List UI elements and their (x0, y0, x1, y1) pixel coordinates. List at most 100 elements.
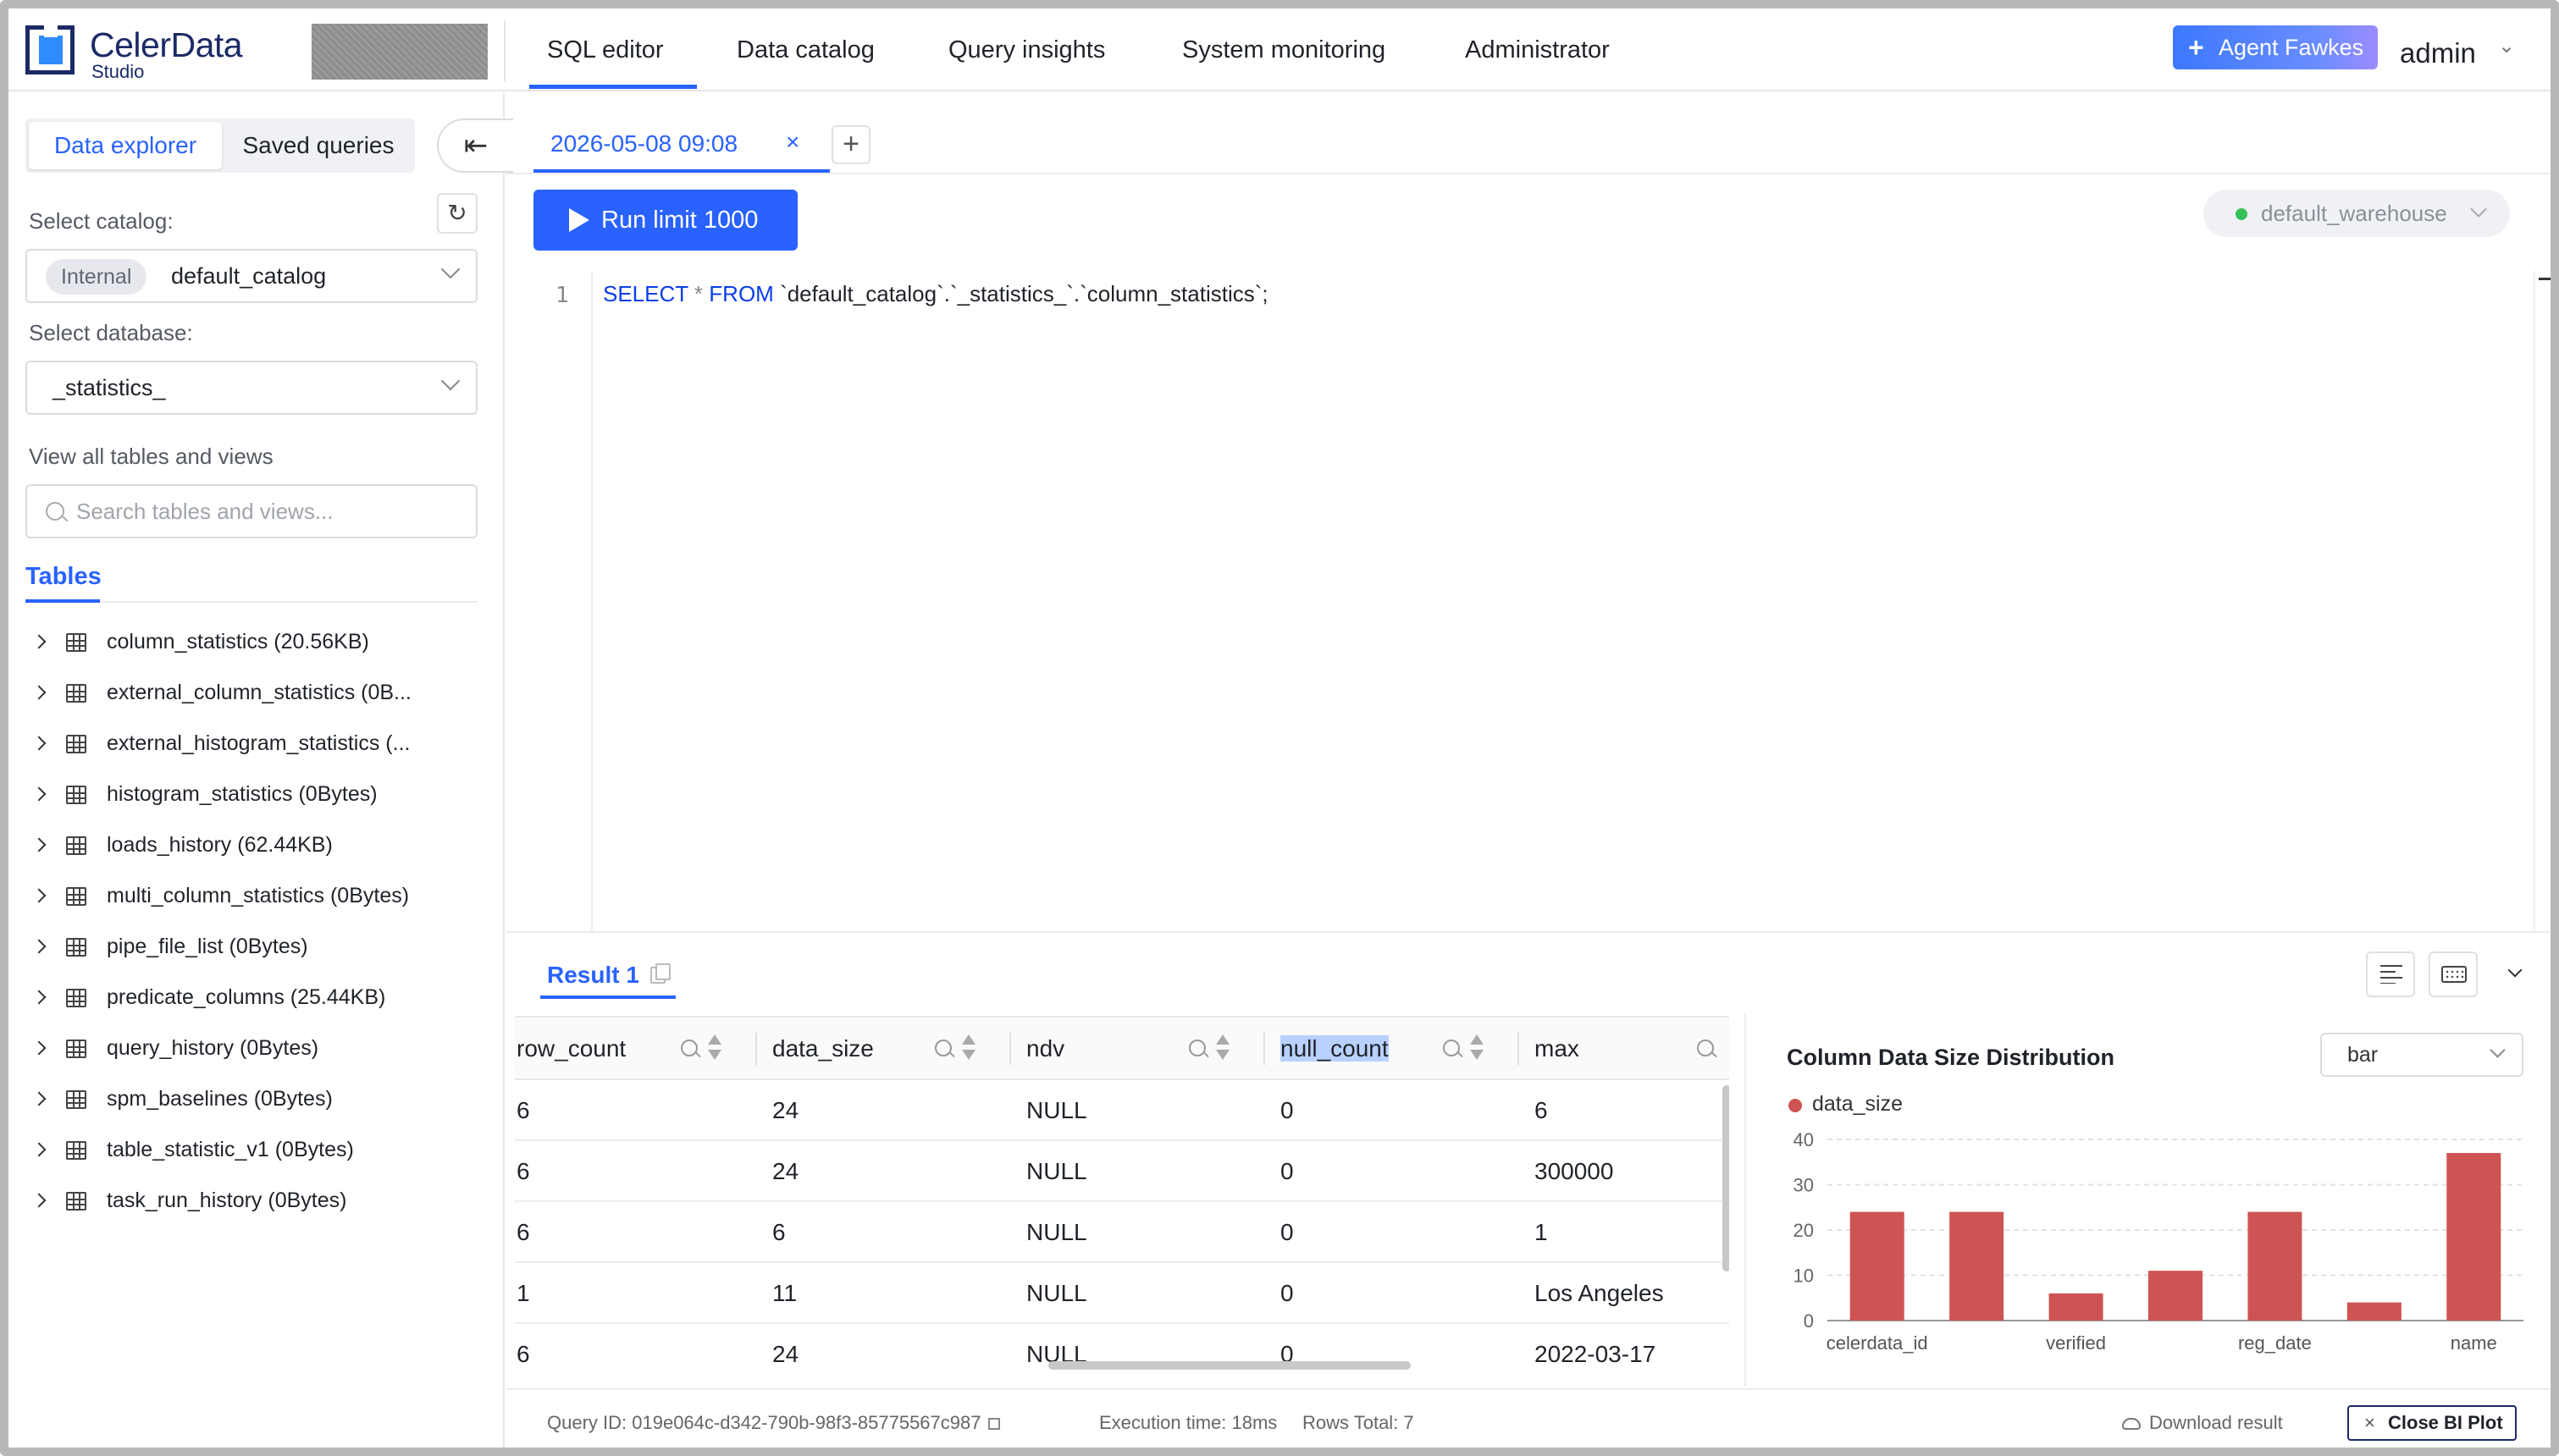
close-icon[interactable]: × (786, 129, 799, 156)
chevron-right-icon[interactable] (31, 888, 47, 903)
format-button[interactable] (2366, 951, 2415, 997)
column-header[interactable]: max (1534, 1018, 1579, 1080)
column-header[interactable]: null_count (1280, 1018, 1389, 1080)
panel-divider[interactable] (1744, 1014, 1746, 1387)
warehouse-select[interactable]: default_warehouse (2203, 190, 2510, 237)
table-tree-item[interactable]: pipe_file_list (0Bytes) (25, 923, 483, 973)
external-link-icon[interactable] (987, 1418, 1000, 1430)
table-cell: 6 (517, 1219, 530, 1245)
user-menu[interactable]: admin (2400, 37, 2476, 69)
database-select[interactable]: _statistics_ (25, 361, 478, 415)
celerdata-logo[interactable]: CelerData Studio (25, 20, 279, 82)
nav-tab-sql-editor[interactable]: SQL editor (547, 8, 664, 91)
sort-icon[interactable] (962, 1034, 976, 1063)
table-tree-item[interactable]: multi_column_statistics (0Bytes) (25, 872, 483, 923)
collapse-sidebar-button[interactable]: ⇤ (437, 119, 513, 173)
legend-label[interactable]: data_size (1812, 1092, 1903, 1117)
chevron-right-icon[interactable] (31, 1142, 47, 1157)
table-row[interactable]: 6 24 NULL 0 6 (515, 1080, 1729, 1141)
download-result-button[interactable]: Download result (2122, 1412, 2283, 1434)
search-icon[interactable] (681, 1040, 698, 1056)
table-cell: NULL (1026, 1219, 1087, 1245)
expand-button[interactable] (2491, 951, 2540, 997)
column-header[interactable]: row_count (517, 1018, 626, 1080)
sort-icon[interactable] (708, 1034, 721, 1063)
search-icon[interactable] (1697, 1040, 1714, 1056)
chevron-right-icon[interactable] (31, 939, 47, 954)
grid-horizontal-scrollbar[interactable] (1048, 1361, 1411, 1370)
view-all-tables-link[interactable]: View all tables and views (29, 444, 274, 470)
sql-editor[interactable]: 1 SELECT * FROM `default_catalog`.`_stat… (506, 271, 2539, 931)
segment-data-explorer[interactable]: Data explorer (29, 122, 222, 169)
nav-tab-query-insights[interactable]: Query insights (948, 8, 1105, 91)
segment-saved-queries[interactable]: Saved queries (225, 122, 412, 169)
column-header[interactable]: ndv (1026, 1018, 1064, 1080)
chevron-right-icon[interactable] (31, 1091, 47, 1106)
add-tab-button[interactable]: + (832, 125, 871, 164)
table-icon (66, 633, 86, 652)
chart-bar (2148, 1271, 2203, 1321)
table-tree-item[interactable]: loads_history (62.44KB) (25, 821, 483, 872)
chevron-right-icon[interactable] (31, 990, 47, 1005)
grid-vertical-scrollbar[interactable] (1722, 1085, 1729, 1271)
search-icon[interactable] (1189, 1040, 1206, 1056)
line-number-gutter: 1 (506, 271, 593, 931)
tables-section-heading[interactable]: Tables (25, 563, 102, 591)
close-bi-label: Close BI Plot (2388, 1412, 2503, 1433)
chart-type-select[interactable]: bar (2320, 1033, 2523, 1077)
table-tree-item[interactable]: external_histogram_statistics (... (25, 720, 483, 770)
table-tree-item[interactable]: external_column_statistics (0B... (25, 669, 483, 720)
keyboard-button[interactable] (2429, 951, 2478, 997)
table-tree-item[interactable]: table_statistic_v1 (0Bytes) (25, 1126, 483, 1177)
agent-fawkes-button[interactable]: + Agent Fawkes (2173, 25, 2378, 69)
run-query-button[interactable]: Run limit 1000 (533, 190, 798, 251)
search-icon[interactable] (1443, 1040, 1460, 1056)
query-id-text: Query ID: 019e064c-d342-790b-98f3-857755… (547, 1412, 981, 1433)
run-button-label: Run limit 1000 (601, 207, 759, 234)
chevron-down-icon[interactable]: ⌄ (2498, 34, 2515, 58)
nav-tab-data-catalog[interactable]: Data catalog (737, 8, 875, 91)
chevron-right-icon[interactable] (31, 1193, 47, 1208)
editor-scrollbar[interactable] (2534, 271, 2551, 931)
result-tab[interactable]: Result 1 (547, 962, 639, 989)
table-search-input[interactable] (76, 493, 466, 530)
chevron-right-icon[interactable] (31, 634, 47, 649)
line-number: 1 (555, 283, 569, 308)
table-tree-item[interactable]: column_statistics (20.56KB) (25, 618, 483, 669)
close-bi-plot-button[interactable]: × Close BI Plot (2347, 1405, 2517, 1441)
column-divider[interactable] (1009, 1033, 1011, 1065)
table-cell: 1 (517, 1280, 530, 1306)
table-icon (66, 1090, 86, 1109)
sort-icon[interactable] (1470, 1034, 1484, 1063)
chevron-right-icon[interactable] (31, 1040, 47, 1056)
table-tree-item[interactable]: histogram_statistics (0Bytes) (25, 770, 483, 821)
y-tick-label: 30 (1794, 1175, 1814, 1196)
column-divider[interactable] (1263, 1033, 1265, 1065)
column-divider[interactable] (1517, 1033, 1519, 1065)
catalog-select[interactable]: Internal default_catalog (25, 249, 478, 303)
nav-tab-system-monitoring[interactable]: System monitoring (1182, 8, 1385, 91)
search-icon[interactable] (935, 1040, 952, 1056)
workspace-selector[interactable] (312, 24, 488, 80)
sort-icon[interactable] (1216, 1034, 1230, 1063)
chevron-right-icon[interactable] (31, 685, 47, 700)
chevron-right-icon[interactable] (31, 736, 47, 751)
table-tree-item[interactable]: spm_baselines (0Bytes) (25, 1075, 483, 1126)
column-header[interactable]: data_size (772, 1018, 874, 1080)
table-row[interactable]: 6 24 NULL 0 300000 (515, 1141, 1729, 1202)
table-tree-item[interactable]: task_run_history (0Bytes) (25, 1177, 483, 1227)
refresh-button[interactable]: ↻ (437, 193, 478, 234)
table-cell: 6 (1534, 1097, 1548, 1123)
query-tab[interactable]: 2026-05-08 09:08 (550, 130, 738, 168)
table-tree-item[interactable]: query_history (0Bytes) (25, 1024, 483, 1075)
rows-total: Rows Total: 7 (1302, 1412, 1414, 1433)
nav-tab-administrator[interactable]: Administrator (1465, 8, 1610, 91)
chevron-right-icon[interactable] (31, 786, 47, 802)
table-row[interactable]: 1 11 NULL 0 Los Angeles (515, 1263, 1729, 1324)
sql-code-line[interactable]: SELECT * FROM `default_catalog`.`_statis… (603, 281, 1268, 307)
copy-icon[interactable] (650, 963, 671, 984)
table-tree-item[interactable]: predicate_columns (25.44KB) (25, 973, 483, 1024)
column-divider[interactable] (755, 1033, 757, 1065)
table-row[interactable]: 6 6 NULL 0 1 (515, 1202, 1729, 1263)
chevron-right-icon[interactable] (31, 837, 47, 852)
